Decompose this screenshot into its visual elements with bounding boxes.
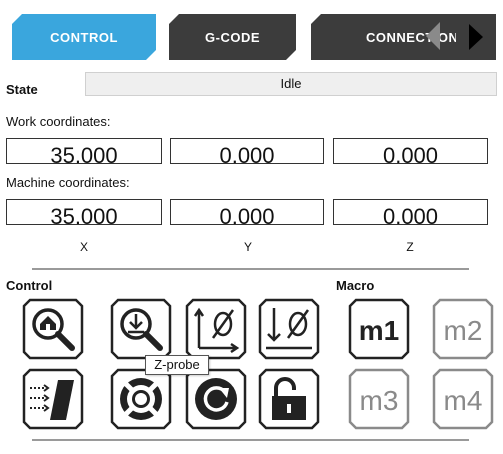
state-label: State xyxy=(6,82,38,97)
unlock-icon xyxy=(258,368,320,430)
home-button[interactable] xyxy=(22,298,84,360)
work-coordinates-label: Work coordinates: xyxy=(6,114,111,129)
tab-gcode[interactable]: G-CODE xyxy=(169,14,296,60)
macro-m4-button[interactable]: m4 xyxy=(432,368,494,430)
unlock-button[interactable] xyxy=(258,368,320,430)
zero-xy-icon xyxy=(185,298,247,360)
state-value: Idle xyxy=(85,72,497,96)
tab-control[interactable]: CONTROL xyxy=(12,14,156,60)
macro-m3-icon: m3 xyxy=(348,368,410,430)
feed-hold-button[interactable] xyxy=(22,368,84,430)
axis-x-label: X xyxy=(79,240,88,254)
macro-m3-label: m3 xyxy=(360,385,399,416)
zero-z-button[interactable] xyxy=(258,298,320,360)
z-probe-button[interactable] xyxy=(110,298,172,360)
control-label: Control xyxy=(6,278,53,293)
z-probe-tooltip: Z-probe xyxy=(145,355,209,375)
tab-bar: CONTROL G-CODE CONNECTION xyxy=(0,0,503,66)
work-y-value: 0.000 xyxy=(170,138,324,164)
lifebuoy-icon xyxy=(110,368,172,430)
reset-icon xyxy=(185,368,247,430)
axis-z-label: Z xyxy=(406,240,414,254)
machine-y-value: 0.000 xyxy=(170,199,324,225)
macro-m1-icon: m1 xyxy=(348,298,410,360)
tab-connection[interactable]: CONNECTION xyxy=(311,14,471,60)
machine-x-value: 35.000 xyxy=(6,199,162,225)
feed-hold-icon xyxy=(22,368,84,430)
macro-m1-button[interactable]: m1 xyxy=(348,298,410,360)
work-z-value: 0.000 xyxy=(333,138,488,164)
home-search-icon xyxy=(22,298,84,360)
scroll-right-icon xyxy=(469,24,483,50)
safety-button[interactable] xyxy=(110,368,172,430)
divider-top xyxy=(32,268,469,270)
macro-m2-icon: m2 xyxy=(432,298,494,360)
scroll-right-button[interactable] xyxy=(456,14,496,60)
reset-button[interactable] xyxy=(185,368,247,430)
zero-xy-button[interactable] xyxy=(185,298,247,360)
zero-z-icon xyxy=(258,298,320,360)
macro-m4-label: m4 xyxy=(444,385,483,416)
macro-m4-icon: m4 xyxy=(432,368,494,430)
divider-bottom xyxy=(32,439,469,441)
macro-m3-button[interactable]: m3 xyxy=(348,368,410,430)
machine-coordinates-label: Machine coordinates: xyxy=(6,175,130,190)
macro-m1-label: m1 xyxy=(359,315,399,346)
macro-m2-label: m2 xyxy=(444,315,483,346)
axis-y-label: Y xyxy=(243,240,252,254)
macro-label: Macro xyxy=(336,278,375,293)
scroll-left-icon[interactable] xyxy=(426,22,440,50)
machine-z-value: 0.000 xyxy=(333,199,488,225)
work-x-value: 35.000 xyxy=(6,138,162,164)
z-probe-icon xyxy=(110,298,172,360)
macro-m2-button[interactable]: m2 xyxy=(432,298,494,360)
